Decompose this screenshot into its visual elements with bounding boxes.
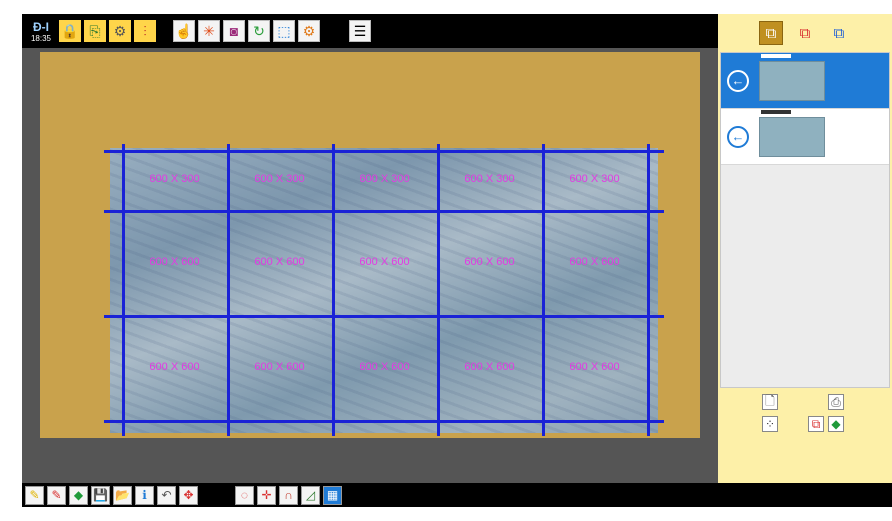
settings-gear-icon[interactable]: ⚙ — [109, 20, 131, 42]
adjust-sliders-icon[interactable]: ⫶ — [134, 20, 156, 42]
grid-line-vertical[interactable] — [437, 144, 440, 436]
pencil-red-icon[interactable]: ✎ — [47, 485, 66, 505]
arrow-left-circle-icon[interactable]: ← — [727, 125, 749, 148]
select-frame-icon[interactable]: ⬚ — [273, 20, 295, 42]
clock-time: 18:35 — [30, 33, 52, 43]
arrow-left-circle-icon[interactable]: ← — [727, 69, 749, 92]
save-icon[interactable]: 💾 — [91, 485, 110, 505]
scatter-dots-icon[interactable]: ⁘ — [762, 416, 778, 432]
layer-actions: 🗋 ⎙ ⁘ ⧉ ◆ — [718, 392, 892, 452]
tile-label: 600 X 600 — [569, 255, 620, 268]
angle-ruler-icon[interactable]: ◿ — [301, 485, 320, 505]
thumbnail-caption-bar — [761, 109, 791, 114]
layer-list: ← ← — [720, 52, 890, 388]
tile-label: 600 X 600 — [359, 360, 410, 373]
layers-add-icon[interactable]: ⧉ — [759, 21, 783, 45]
pencil-yellow-icon[interactable]: ✎ — [25, 485, 44, 505]
tile-label: 600 X 300 — [569, 173, 620, 185]
app-window: Đ-I 18:35 🔒 ⎘ ⚙ ⫶ ☝ ✳ ◙ ↻ ⬚ ⚙ ☰ 600 X 300 600 X 3… — [22, 14, 892, 507]
remove-layer-icon[interactable]: ⧉ — [808, 416, 824, 432]
tile-label: 600 X 600 — [149, 255, 200, 268]
thumbnail-caption-bar — [761, 53, 791, 58]
tile-label: 600 X 300 — [359, 173, 410, 185]
camera-icon[interactable]: ◙ — [223, 20, 245, 42]
right-panel: ⧉ ⧉ ⧉ ← ← 🗋 ⎙ ⁘ ⧉ ◆ — [718, 14, 892, 483]
tile-label: 600 X 600 — [149, 360, 200, 373]
layer-thumbnail[interactable] — [759, 109, 825, 157]
layer-thumbnail[interactable] — [759, 53, 825, 101]
grid-line-vertical[interactable] — [542, 144, 545, 436]
open-folder-icon[interactable]: 📂 — [113, 485, 132, 505]
tile-label: 600 X 300 — [464, 173, 515, 185]
top-toolbar: Đ-I 18:35 🔒 ⎘ ⚙ ⫶ ☝ ✳ ◙ ↻ ⬚ ⚙ ☰ — [22, 14, 718, 48]
tile-label: 600 X 300 — [254, 173, 305, 185]
tag-gear-icon[interactable]: ⚙ — [298, 20, 320, 42]
grid-line-horizontal[interactable] — [104, 315, 664, 318]
tile-label: 600 X 600 — [254, 360, 305, 373]
tile-label: 600 X 600 — [464, 255, 515, 268]
layer-toolbar: ⧉ ⧉ ⧉ — [718, 14, 892, 52]
bottom-toolbar: ✎ ✎ ◆ 💾 📂 ℹ ↶ ✥ ◌ ✛ ∩ ◿ ▦ — [22, 483, 892, 507]
pointer-hand-icon[interactable]: ☝ — [173, 20, 195, 42]
tile-label: 600 X 600 — [254, 255, 305, 268]
grid-line-horizontal[interactable] — [104, 150, 664, 153]
grid-line-horizontal[interactable] — [104, 210, 664, 213]
move-target-icon[interactable]: ✥ — [179, 485, 198, 505]
layers-info-icon[interactable]: ⧉ — [827, 21, 851, 45]
tile-label: 600 X 600 — [464, 360, 515, 373]
marble-slab[interactable]: 600 X 300 600 X 300 600 X 300 600 X 300 600 … — [104, 144, 664, 436]
star-burst-icon[interactable]: ✳ — [198, 20, 220, 42]
logo-mark: Đ-I — [33, 19, 49, 34]
print-icon[interactable]: ⎙ — [828, 394, 844, 410]
eraser-green-icon[interactable]: ◆ — [69, 485, 88, 505]
refresh-circle-icon[interactable]: ↻ — [248, 20, 270, 42]
grid-icon[interactable]: ▦ — [323, 485, 342, 505]
tile-label: 600 X 300 — [149, 173, 200, 185]
export-icon[interactable]: ⎘ — [84, 20, 106, 42]
grid-line-vertical[interactable] — [122, 144, 125, 436]
tile-label: 600 X 600 — [569, 360, 620, 373]
layer-list-item[interactable]: ← — [721, 53, 889, 109]
lock-icon[interactable]: 🔒 — [59, 20, 81, 42]
grid-line-horizontal[interactable] — [104, 420, 664, 423]
grid-line-vertical[interactable] — [332, 144, 335, 436]
layers-remove-icon[interactable]: ⧉ — [793, 21, 817, 45]
layer-list-item[interactable]: ← — [721, 109, 889, 165]
tile-label: 600 X 600 — [359, 255, 410, 268]
new-page-icon[interactable]: 🗋 — [762, 394, 778, 410]
move-cross-icon[interactable]: ✛ — [257, 485, 276, 505]
eraser-icon[interactable]: ◆ — [828, 416, 844, 432]
info-icon[interactable]: ℹ — [135, 485, 154, 505]
menu-hamburger-icon[interactable]: ☰ — [349, 20, 371, 42]
magnet-icon[interactable]: ∩ — [279, 485, 298, 505]
app-logo: Đ-I 18:35 — [26, 16, 56, 46]
rotate-dashed-icon[interactable]: ◌ — [235, 485, 254, 505]
grid-line-vertical[interactable] — [647, 144, 650, 436]
design-canvas[interactable]: 600 X 300 600 X 300 600 X 300 600 X 300 600 … — [40, 52, 700, 438]
grid-line-vertical[interactable] — [227, 144, 230, 436]
undo-icon[interactable]: ↶ — [157, 485, 176, 505]
